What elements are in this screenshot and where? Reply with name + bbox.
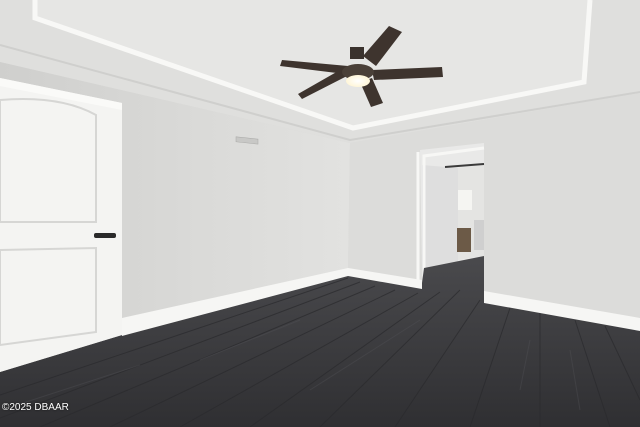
hallway-window [458, 190, 472, 210]
watermark: ©2025 DBAAR [2, 402, 69, 413]
room-illustration [0, 0, 640, 427]
door [0, 78, 122, 372]
door-handle [94, 233, 116, 238]
fan-light-icon [346, 75, 370, 87]
hallway-desk [457, 228, 471, 252]
empty-room-photo: ©2025 DBAAR [0, 0, 640, 427]
